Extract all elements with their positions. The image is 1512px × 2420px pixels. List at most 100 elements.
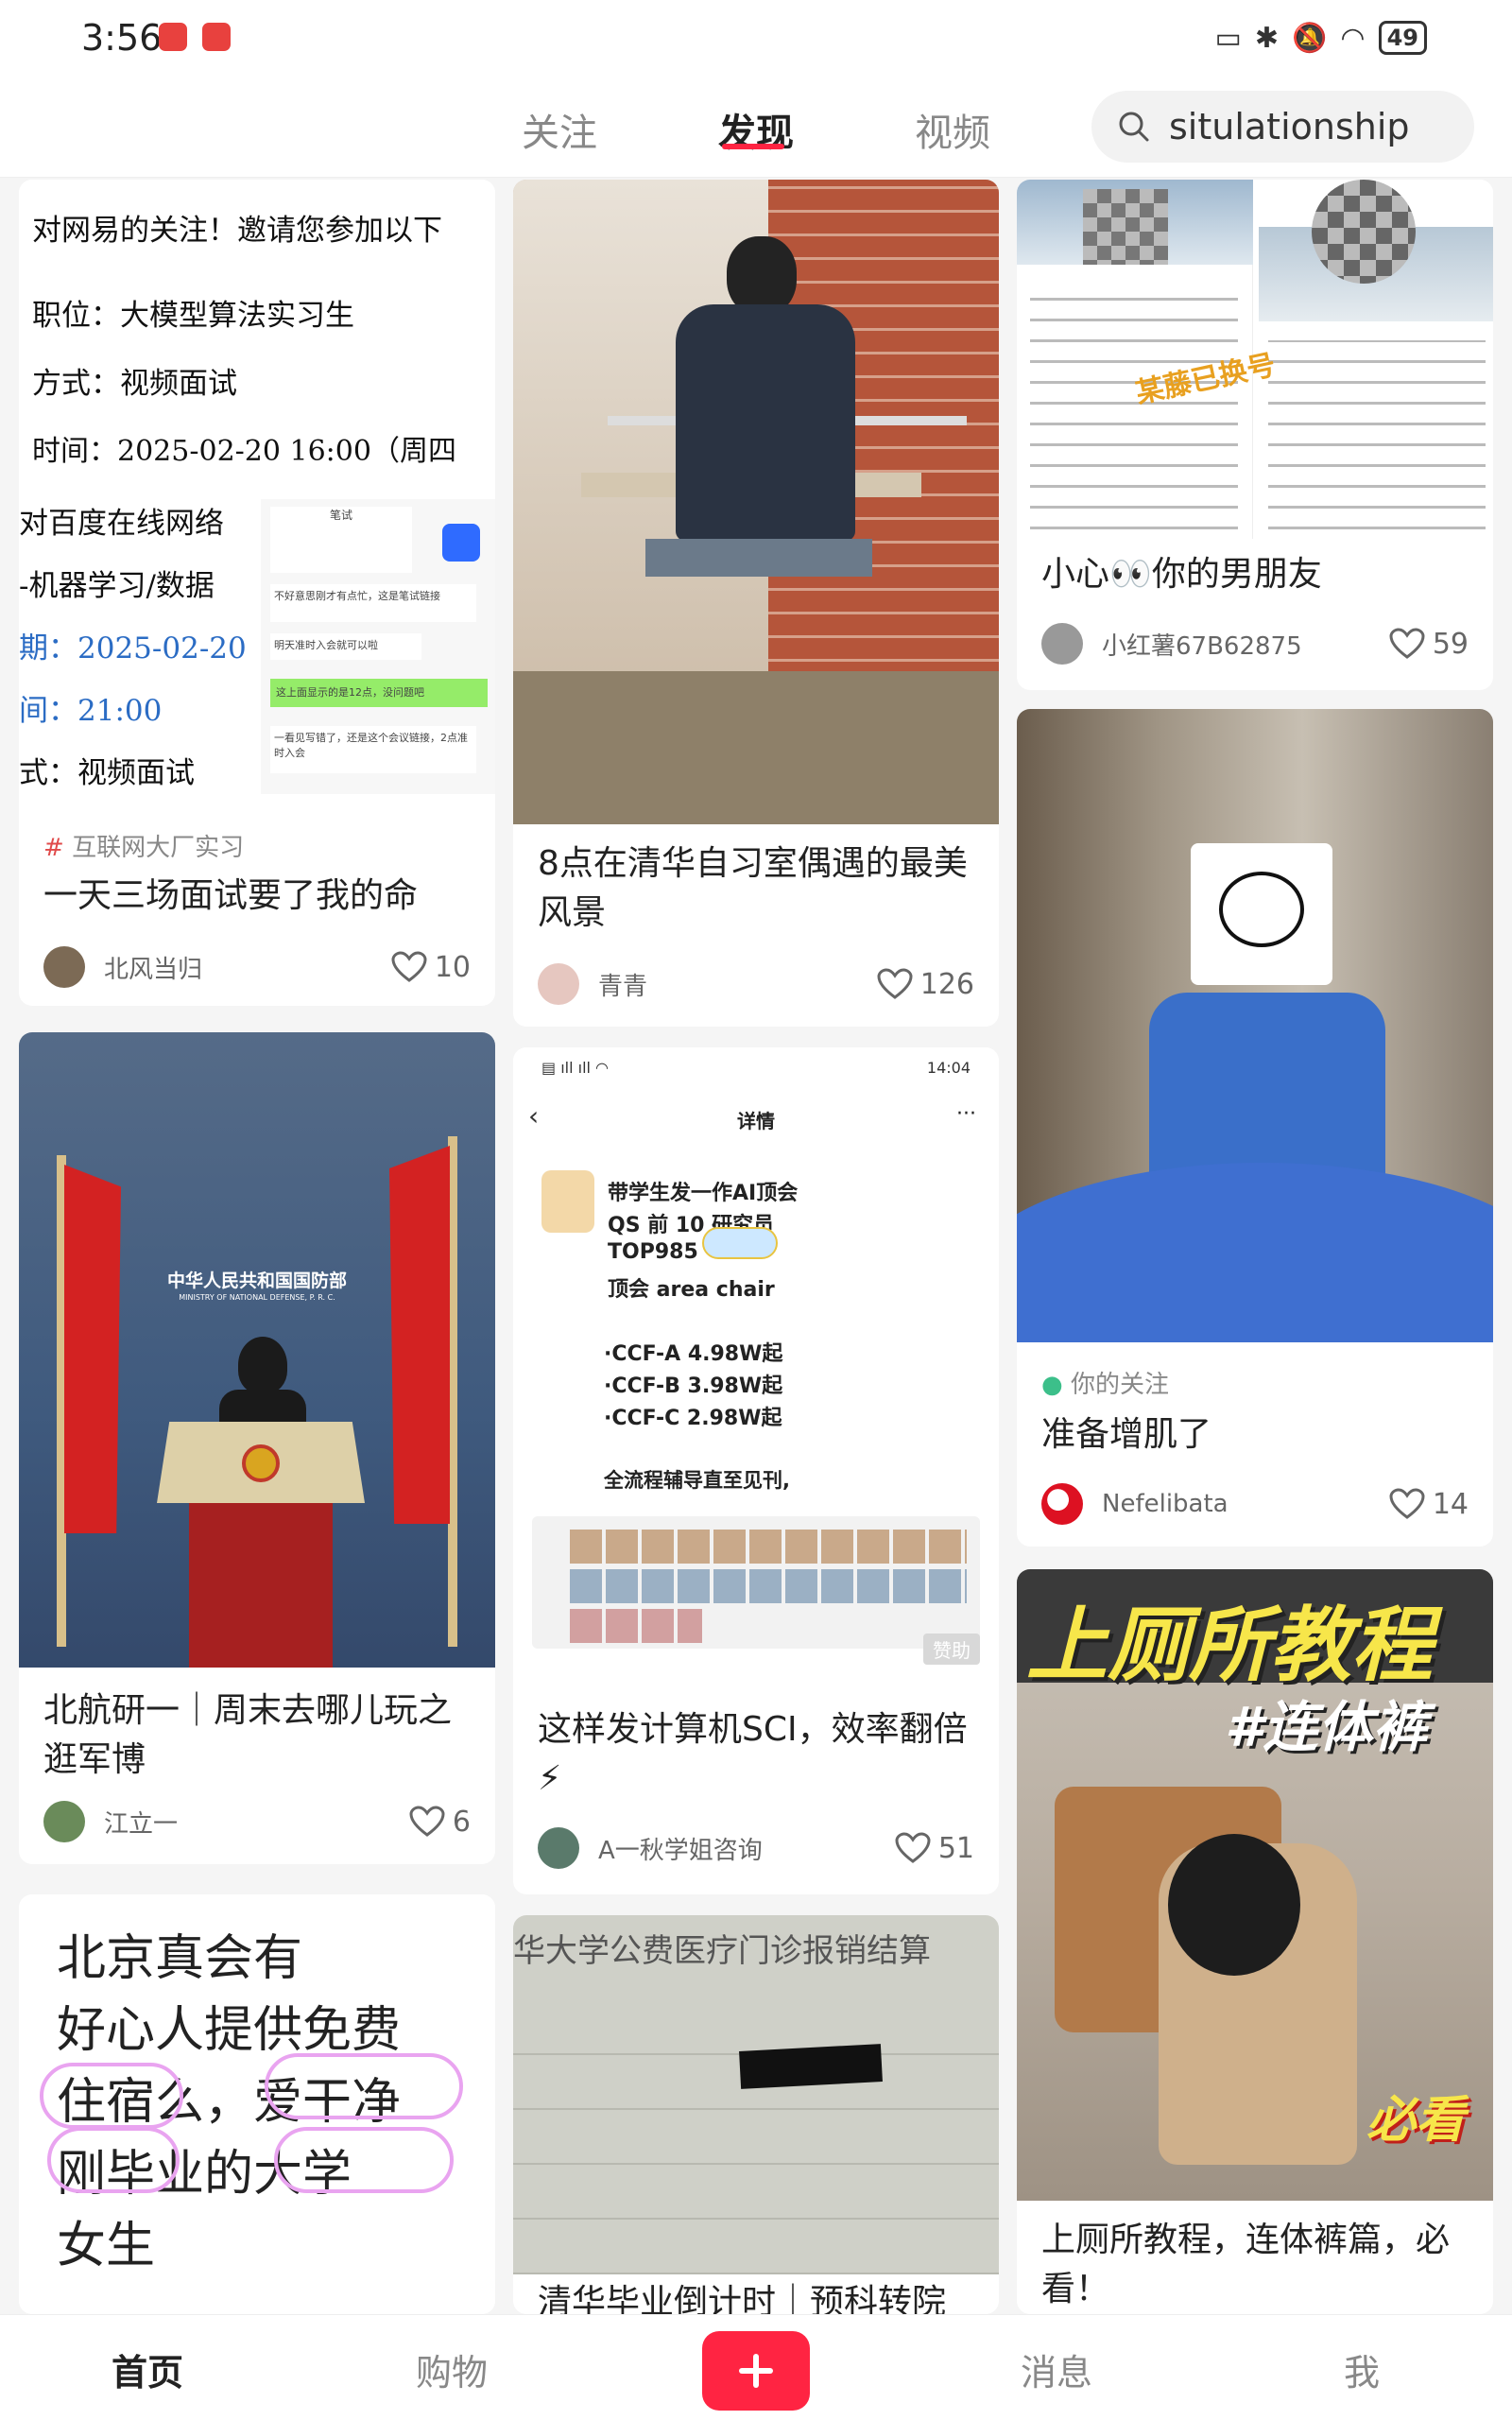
- status-bar: 3:56 ▭ ✱ 🔕 ◠ 49: [0, 0, 1512, 76]
- feed-card-beijing-housing[interactable]: 北京真会有 好心人提供免费 住宿么，爱干净 刚毕业的大学 女生: [19, 1894, 495, 2314]
- person-icon: ●: [1041, 1371, 1063, 1399]
- flag: [389, 1146, 450, 1524]
- card-cover[interactable]: 中华人民共和国国防部 MINISTRY OF NATIONAL DEFENSE,…: [19, 1032, 495, 1668]
- cover-text-line: 职位：大模型算法实习生: [32, 299, 354, 333]
- tab-follow[interactable]: 关注: [522, 102, 597, 157]
- profile-text-lines: [1030, 284, 1238, 529]
- ad-price: ·CCF-C 2.98W起: [604, 1407, 782, 1430]
- like-button[interactable]: 126: [877, 968, 974, 1001]
- floor: [513, 671, 999, 824]
- status-time: 3:56: [81, 17, 163, 59]
- like-button[interactable]: 6: [409, 1806, 471, 1839]
- card-author: 青青 126: [538, 962, 974, 1006]
- ad-price: ·CCF-B 3.98W起: [604, 1374, 783, 1398]
- following-tag-label: 你的关注: [1070, 1371, 1169, 1399]
- author-name[interactable]: 青青: [598, 967, 877, 1002]
- heart-icon: [409, 1806, 445, 1837]
- chat-text: 一看见写错了，还是这个会议链接，2点准时入会: [274, 732, 468, 759]
- topic-tag-label: 互联网大厂实习: [72, 834, 245, 862]
- avatar[interactable]: [43, 946, 85, 988]
- feed-card-tsinghua-reimbursement[interactable]: 华大学公费医疗门诊报销结算 清华毕业倒计时｜预科转院: [513, 1915, 999, 2314]
- plus-icon: [739, 2354, 773, 2388]
- banner-hashtag: #连体裤: [1225, 1695, 1428, 1759]
- avatar[interactable]: [1041, 623, 1083, 665]
- like-count: 10: [434, 950, 471, 984]
- bluetooth-icon: ✱: [1254, 21, 1280, 55]
- feed-card-interviews[interactable]: 对网易的关注！邀请您参加以下 职位：大模型算法实习生 方式：视频面试 时间：20…: [19, 180, 495, 1006]
- cover-text-line: 时间：2025-02-20 16:00（周四: [32, 435, 456, 468]
- author-name[interactable]: A一秋学姐咨询: [598, 1831, 895, 1866]
- ad-price: ·CCF-A 4.98W起: [604, 1342, 783, 1366]
- card-author: 北风当归 10: [43, 945, 471, 989]
- cast-icon: ▭: [1214, 21, 1242, 55]
- cover-text-line: 对网易的关注！邀请您参加以下: [32, 214, 442, 248]
- tab-video[interactable]: 视频: [915, 102, 990, 157]
- chat-bubble: 明天准时入会就可以啦: [270, 633, 421, 660]
- sticker-row: [570, 1569, 967, 1603]
- create-post-button[interactable]: [702, 2331, 810, 2411]
- mute-icon: 🔕: [1292, 21, 1328, 55]
- card-cover[interactable]: 北京真会有 好心人提供免费 住宿么，爱干净 刚毕业的大学 女生: [19, 1894, 495, 2314]
- phone-time: 14:04: [926, 1059, 971, 1077]
- heart-icon: [895, 1832, 931, 1863]
- feed-card-restroom-tutorial[interactable]: 上厕所教程 #连体裤 必看 上厕所教程，连体裤篇，必看！: [1017, 1569, 1493, 2314]
- search-icon: [1119, 112, 1149, 142]
- must-see-sticker: 必看: [1366, 2092, 1465, 2149]
- profile-text-lines: [1268, 340, 1486, 529]
- card-cover[interactable]: 某藤已换号: [1017, 180, 1493, 539]
- like-button[interactable]: 51: [895, 1832, 974, 1865]
- like-button[interactable]: 59: [1389, 628, 1469, 661]
- feed-card-boyfriend-warning[interactable]: 某藤已换号 小心👀你的男朋友 小红薯67B62875 59: [1017, 180, 1493, 690]
- detail-header: 详情: [737, 1110, 775, 1132]
- battery-icon: 49: [1378, 21, 1427, 55]
- feed-card-tsinghua-study[interactable]: 8点在清华自习室偶遇的最美风景 青青 126: [513, 180, 999, 1027]
- author-name[interactable]: 江立一: [104, 1805, 409, 1840]
- search-query: situlationship: [1169, 106, 1410, 147]
- card-cover[interactable]: 华大学公费医疗门诊报销结算: [513, 1915, 999, 2274]
- avatar[interactable]: [538, 1827, 579, 1869]
- nav-messages[interactable]: 消息: [1021, 2343, 1092, 2395]
- heart-icon: [1389, 628, 1425, 659]
- card-cover[interactable]: [1017, 709, 1493, 1342]
- panda-sticker: [1191, 843, 1332, 985]
- chat-screenshot: 笔试 不好意思刚才有点忙，这是笔试链接 明天准时入会就可以啦 这上面显示的是12…: [261, 499, 495, 794]
- author-name[interactable]: Nefelibata: [1102, 1490, 1389, 1518]
- podium-sign-cn: 中华人民共和国国防部: [166, 1270, 347, 1291]
- card-cover[interactable]: ▤ ıll ıll ◠ 14:04 ‹ 详情 ··· 带学生发一作AI顶会 QS…: [513, 1047, 999, 1669]
- feed-card-sci-paper-ad[interactable]: ▤ ıll ıll ◠ 14:04 ‹ 详情 ··· 带学生发一作AI顶会 QS…: [513, 1047, 999, 1894]
- like-button[interactable]: 14: [1389, 1488, 1469, 1521]
- foreground-shirt: [1017, 1163, 1493, 1342]
- heart-icon: [1389, 1488, 1425, 1519]
- sponsored-badge: 赞助: [923, 1634, 980, 1665]
- search-box[interactable]: situlationship: [1091, 91, 1474, 163]
- nav-me[interactable]: 我: [1344, 2343, 1380, 2395]
- nav-shopping[interactable]: 购物: [416, 2343, 488, 2395]
- card-title: 准备增肌了: [1041, 1415, 1212, 1454]
- cover-text-line: -机器学习/数据: [19, 569, 215, 603]
- author-name[interactable]: 小红薯67B62875: [1102, 627, 1389, 662]
- card-cover[interactable]: [513, 180, 999, 824]
- chat-bubble: 一看见写错了，还是这个会议链接，2点准时入会: [270, 726, 476, 773]
- card-title: 北航研一｜周末去哪儿玩之逛军博: [43, 1691, 453, 1779]
- avatar[interactable]: [538, 963, 579, 1005]
- card-author: 江立一 6: [43, 1800, 471, 1843]
- nav-home[interactable]: 首页: [112, 2343, 183, 2395]
- sticker-grid: [532, 1516, 980, 1649]
- avatar[interactable]: [43, 1801, 85, 1842]
- like-button[interactable]: 10: [391, 951, 471, 984]
- highlight-circle: [274, 2127, 454, 2193]
- feed-card-bulk-up[interactable]: ● 你的关注 准备增肌了 Nefelibata 14: [1017, 709, 1493, 1547]
- status-icons: ▭ ✱ 🔕 ◠ 49: [1215, 21, 1427, 55]
- cover-text-line: 对百度在线网络: [19, 507, 224, 541]
- like-count: 14: [1432, 1487, 1469, 1521]
- card-cover[interactable]: 上厕所教程 #连体裤 必看: [1017, 1569, 1493, 2201]
- redaction-mark: [739, 2044, 883, 2089]
- podium-stand: [189, 1503, 333, 1668]
- chat-text: 这上面显示的是12点，没问题吧: [276, 686, 424, 699]
- author-name[interactable]: 北风当归: [104, 950, 391, 985]
- card-cover[interactable]: 对网易的关注！邀请您参加以下 职位：大模型算法实习生 方式：视频面试 时间：20…: [19, 180, 495, 794]
- avatar[interactable]: [1041, 1483, 1083, 1525]
- topic-tag[interactable]: # 互联网大厂实习: [43, 828, 244, 863]
- podium-sign-en: MINISTRY OF NATIONAL DEFENSE, P. R. C.: [179, 1293, 335, 1302]
- feed-card-military-museum[interactable]: 中华人民共和国国防部 MINISTRY OF NATIONAL DEFENSE,…: [19, 1032, 495, 1864]
